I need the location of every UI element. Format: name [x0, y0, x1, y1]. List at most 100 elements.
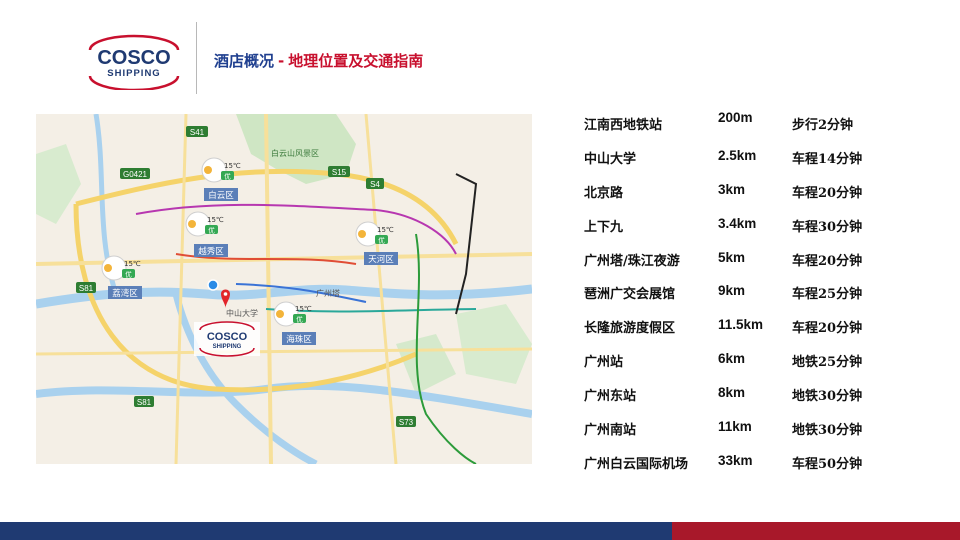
road-badge: G0421 — [120, 168, 150, 179]
district-label: 荔湾区 — [108, 286, 142, 299]
svg-text:SHIPPING: SHIPPING — [213, 344, 242, 350]
table-row: 广州白云国际机场 33km 车程50分钟 — [580, 449, 900, 483]
destination-name: 北京路 — [584, 185, 624, 201]
destination-name: 上下九 — [584, 219, 624, 235]
svg-text:S4: S4 — [370, 180, 380, 189]
destination-distance: 5km — [718, 249, 746, 265]
road-badge: S81 — [76, 282, 96, 293]
weather-badge: 15℃ 优 — [185, 211, 224, 237]
destination-name: 琶洲广交会展馆 — [584, 287, 676, 303]
svg-text:15℃: 15℃ — [377, 226, 394, 234]
table-row: 广州南站 11km 地铁30分钟 — [580, 415, 900, 449]
destination-time: 车程20分钟 — [792, 185, 863, 201]
destination-time: 地铁30分钟 — [792, 423, 863, 439]
park-area — [456, 304, 532, 384]
table-row: 江南西地铁站 200m 步行2分钟 — [580, 110, 900, 144]
destination-name: 广州东站 — [584, 389, 637, 405]
district-label: 海珠区 — [282, 332, 316, 345]
weather-badge: 15℃ 优 — [273, 301, 312, 327]
svg-text:15℃: 15℃ — [295, 305, 312, 313]
destination-name: 广州站 — [584, 355, 624, 371]
svg-text:优: 优 — [296, 315, 303, 324]
current-location-dot — [207, 279, 219, 291]
title-sub: 地理位置及交通指南 — [288, 52, 424, 70]
destination-distance: 3km — [718, 181, 746, 197]
table-row: 琶洲广交会展馆 9km 车程25分钟 — [580, 279, 900, 313]
road-badge: S41 — [186, 126, 208, 137]
destination-time: 步行2分钟 — [792, 118, 854, 133]
svg-text:S81: S81 — [137, 398, 152, 407]
destination-distance: 11km — [718, 419, 752, 435]
weather-badge: 15℃ 优 — [201, 157, 241, 183]
table-row: 北京路 3km 车程20分钟 — [580, 178, 900, 212]
logo-text-shipping: SHIPPING — [107, 68, 160, 79]
destination-name: 江南西地铁站 — [584, 118, 663, 133]
destination-name: 中山大学 — [584, 151, 637, 167]
expressway — [36, 347, 532, 356]
destination-distance: 6km — [718, 351, 746, 367]
destination-time: 车程25分钟 — [792, 287, 863, 303]
destination-time: 车程30分钟 — [792, 219, 863, 235]
cosco-shipping-logo: COSCO SHIPPING — [84, 34, 184, 92]
destination-distance: 33km — [718, 452, 753, 468]
destination-distance: 9km — [718, 283, 746, 299]
table-row: 广州站 6km 地铁25分钟 — [580, 347, 900, 381]
destination-distance: 200m — [718, 110, 753, 125]
svg-text:海珠区: 海珠区 — [286, 334, 312, 345]
title-main: 酒店概况 — [214, 52, 275, 70]
svg-text:15℃: 15℃ — [207, 216, 224, 224]
destination-time: 车程20分钟 — [792, 321, 863, 337]
destination-distance: 11.5km — [718, 317, 764, 333]
park-label: 白云山风景区 — [271, 148, 319, 158]
destination-name: 广州南站 — [584, 423, 637, 439]
destination-distance: 3.4km — [718, 215, 757, 231]
road-badge: S4 — [366, 178, 384, 189]
page-title: 酒店概况 - 地理位置及交通指南 — [214, 50, 423, 71]
hotel-logo-marker: COSCO SHIPPING — [194, 321, 260, 357]
svg-text:15℃: 15℃ — [124, 260, 141, 268]
road-badge: S73 — [396, 416, 416, 427]
destination-time: 地铁25分钟 — [792, 355, 863, 371]
svg-text:优: 优 — [224, 172, 231, 181]
location-map: S41 S15 S4 G0421 S81 S81 S73 白云山风景区 白云区 … — [36, 114, 532, 464]
svg-text:S73: S73 — [399, 418, 414, 427]
park-area — [396, 334, 456, 394]
table-row: 广州东站 8km 地铁30分钟 — [580, 381, 900, 415]
place-label: 中山大学 — [226, 308, 258, 318]
hotel-pin-icon — [221, 289, 230, 308]
footer-bar-blue — [0, 522, 672, 540]
footer-bar-red — [672, 522, 960, 540]
weather-badge: 15℃ 优 — [355, 221, 394, 247]
svg-text:优: 优 — [208, 226, 215, 235]
place-label: 广州塔 — [316, 288, 340, 298]
destination-time: 地铁30分钟 — [792, 389, 863, 405]
table-row: 中山大学 2.5km 车程14分钟 — [580, 144, 900, 178]
district-label: 白云区 — [204, 188, 238, 201]
svg-text:白云区: 白云区 — [208, 190, 234, 201]
district-label: 天河区 — [364, 252, 398, 265]
destination-table: 江南西地铁站 200m 步行2分钟 中山大学 2.5km 车程14分钟 北京路 … — [580, 110, 900, 483]
svg-text:优: 优 — [125, 270, 132, 279]
svg-text:S41: S41 — [190, 128, 205, 137]
district-label: 越秀区 — [194, 244, 228, 257]
svg-text:G0421: G0421 — [123, 170, 148, 179]
svg-text:S15: S15 — [332, 168, 347, 177]
title-separator: - — [278, 52, 285, 70]
svg-text:S81: S81 — [79, 284, 94, 293]
svg-text:天河区: 天河区 — [368, 254, 394, 265]
destination-name: 广州塔/珠江夜游 — [584, 253, 680, 269]
table-row: 长隆旅游度假区 11.5km 车程20分钟 — [580, 313, 900, 347]
road-badge: S15 — [328, 166, 350, 177]
destination-name: 长隆旅游度假区 — [584, 321, 676, 337]
destination-distance: 2.5km — [718, 147, 757, 163]
table-row: 上下九 3.4km 车程30分钟 — [580, 212, 900, 246]
destination-name: 广州白云国际机场 — [584, 456, 689, 472]
destination-time: 车程20分钟 — [792, 253, 863, 269]
header-divider — [196, 22, 197, 94]
destination-time: 车程14分钟 — [792, 151, 863, 167]
weather-badge: 15℃ 优 — [101, 255, 141, 281]
road-badge: S81 — [134, 396, 154, 407]
logo-text-cosco: COSCO — [97, 47, 170, 69]
expressway — [264, 114, 273, 464]
svg-text:越秀区: 越秀区 — [198, 246, 224, 257]
